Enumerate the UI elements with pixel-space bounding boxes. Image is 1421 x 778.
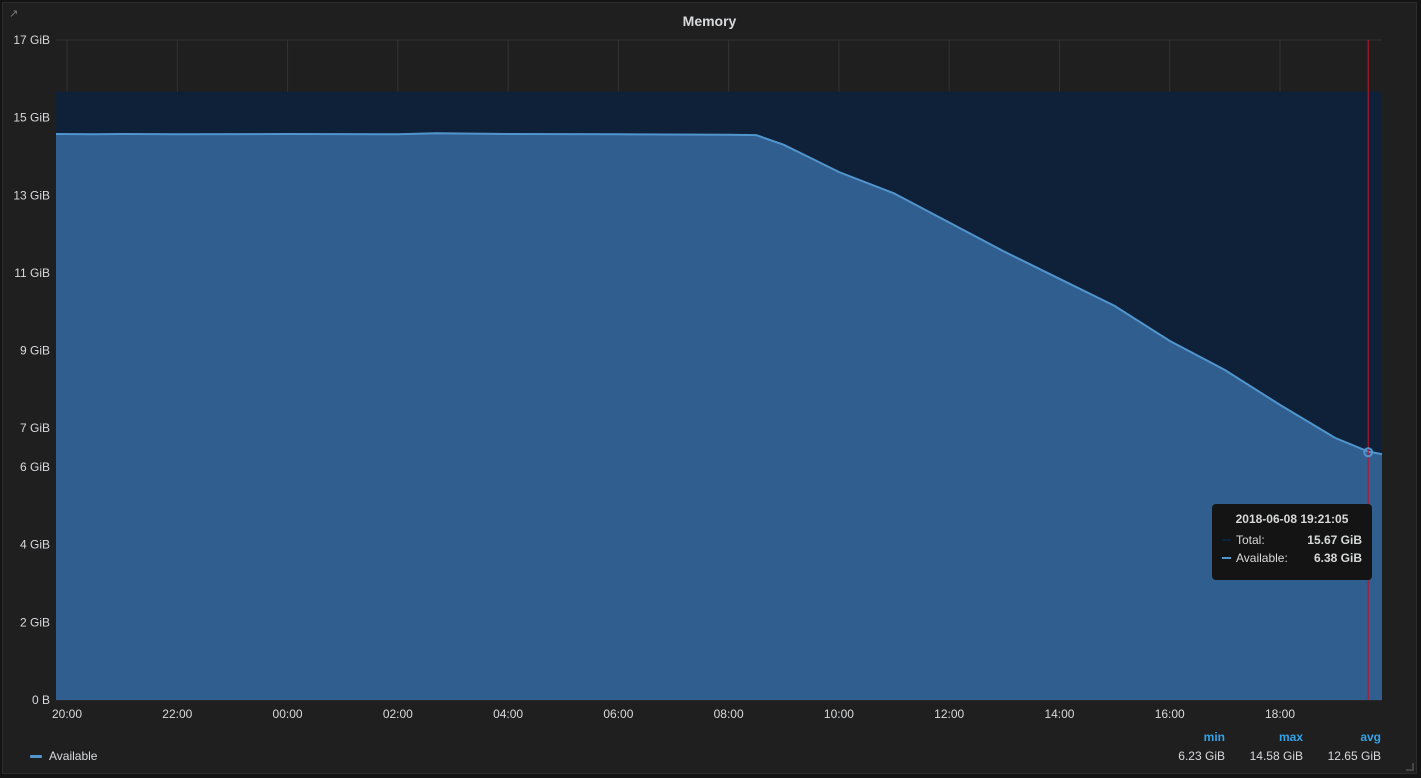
y-tick-label-9: 17 GiB: [13, 33, 50, 47]
x-tick-label-9: 14:00: [1044, 707, 1074, 721]
y-tick-label-3: 6 GiB: [20, 460, 50, 474]
y-tick-label-4: 7 GiB: [20, 421, 50, 435]
legend-header-avg[interactable]: avg: [1301, 730, 1381, 749]
memory-chart[interactable]: 0 B 2 GiB 4 GiB 6 GiB 7 GiB 9 GiB 11 GiB 13 GiB…: [0, 0, 1421, 778]
legend-value-min: 6.23 GiB: [1178, 749, 1225, 763]
x-axis: 20:00 22:00 00:00 02:00 04:00 06:00 08:00 10:00…: [52, 707, 1295, 721]
x-tick-label-4: 04:00: [493, 707, 523, 721]
tooltip-swatch-available: [1222, 557, 1231, 559]
y-tick-label-1: 2 GiB: [20, 615, 50, 629]
tooltip-value-total: 15.67 GiB: [1307, 533, 1362, 547]
tooltip-time: 2018-06-08 19:21:05: [1235, 512, 1349, 526]
x-tick-label-11: 18:00: [1265, 707, 1295, 721]
x-tick-label-7: 10:00: [824, 707, 854, 721]
legend-label-available[interactable]: Available: [49, 749, 97, 763]
x-tick-label-5: 06:00: [603, 707, 633, 721]
legend-stat-avg: avg 12.65 GiB: [1301, 730, 1381, 763]
legend-item-available[interactable]: Available: [30, 749, 97, 763]
x-tick-label-10: 16:00: [1155, 707, 1185, 721]
x-tick-label-8: 12:00: [934, 707, 964, 721]
x-tick-label-6: 08:00: [714, 707, 744, 721]
x-tick-label-1: 22:00: [162, 707, 192, 721]
tooltip-value-available: 6.38 GiB: [1313, 551, 1362, 565]
x-tick-label-2: 00:00: [273, 707, 303, 721]
tooltip-label-total: Total:: [1236, 533, 1265, 547]
y-tick-label-7: 13 GiB: [13, 188, 50, 202]
legend-value-max: 14.58 GiB: [1249, 749, 1303, 763]
legend-swatch-available[interactable]: [30, 754, 42, 758]
y-tick-label-5: 9 GiB: [20, 344, 50, 358]
legend-stat-max: max 14.58 GiB: [1223, 730, 1303, 763]
y-axis: 0 B 2 GiB 4 GiB 6 GiB 7 GiB 9 GiB 11 GiB 13 GiB…: [13, 33, 50, 707]
tooltip-swatch-total: [1222, 539, 1231, 541]
y-tick-label-2: 4 GiB: [20, 538, 50, 552]
y-tick-label-6: 11 GiB: [14, 266, 50, 280]
legend-value-avg: 12.65 GiB: [1327, 749, 1381, 763]
legend-header-max[interactable]: max: [1223, 730, 1303, 749]
x-tick-label-0: 20:00: [52, 707, 82, 721]
legend-header-min[interactable]: min: [1145, 730, 1225, 749]
y-tick-label-0: 0 B: [32, 693, 50, 707]
y-tick-label-8: 15 GiB: [13, 111, 50, 125]
legend-stat-min: min 6.23 GiB: [1145, 730, 1225, 763]
tooltip-label-available: Available:: [1236, 551, 1288, 565]
hover-tooltip: 2018-06-08 19:21:05 Total: 15.67 GiB Ava…: [1212, 504, 1372, 580]
tooltip-row-total: Total: 15.67 GiB: [1222, 531, 1362, 549]
x-tick-label-3: 02:00: [383, 707, 413, 721]
tooltip-row-available: Available: 6.38 GiB: [1222, 549, 1362, 567]
